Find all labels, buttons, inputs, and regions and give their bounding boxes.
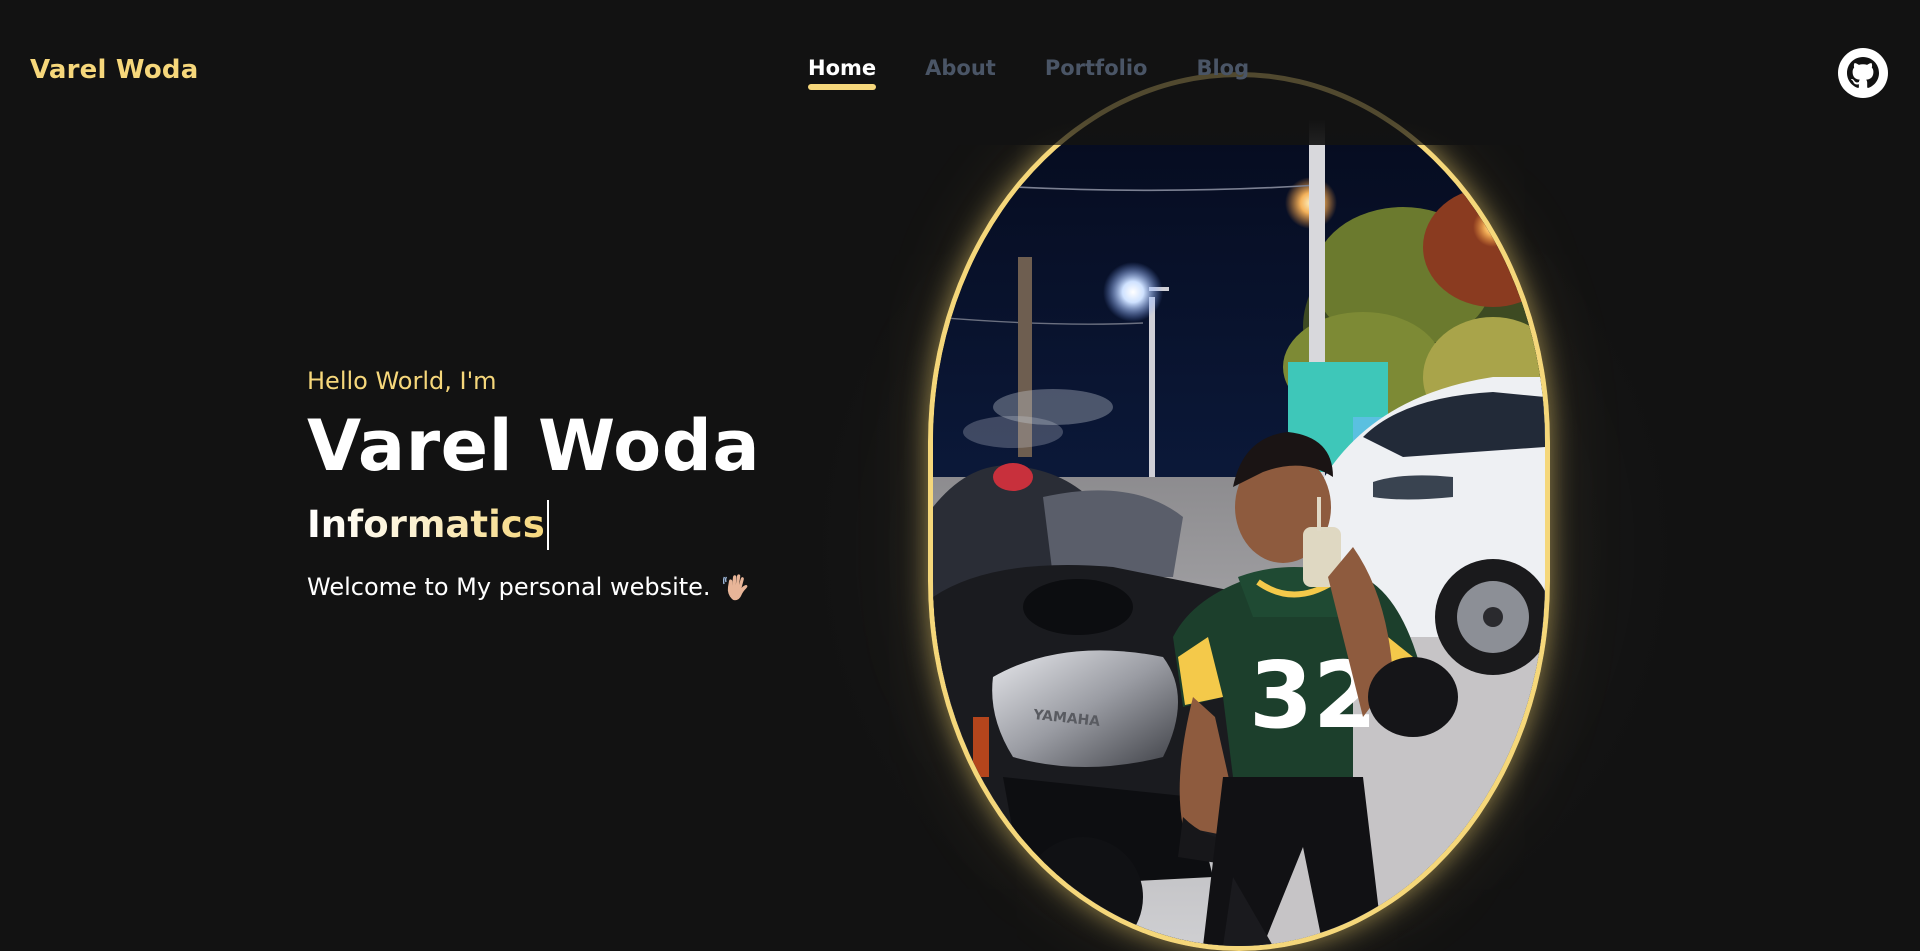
typing-cursor [546, 500, 549, 550]
nav-about[interactable]: About [925, 56, 996, 90]
hero-section: Hello World, I'm Varel Woda Informatics … [307, 364, 760, 602]
nav-about-label: About [925, 56, 996, 80]
nav-portfolio-label: Portfolio [1044, 56, 1148, 80]
nav-home[interactable]: Home [808, 56, 877, 90]
waving-hand-icon [722, 572, 751, 602]
nav-blog-label: Blog [1196, 56, 1250, 80]
main-nav: Home About Portfolio Blog [808, 56, 1249, 90]
profile-photo: YAMAHA 32 [928, 72, 1550, 951]
nav-home-label: Home [808, 56, 877, 80]
nav-blog[interactable]: Blog [1196, 56, 1249, 90]
welcome-message: Welcome to My personal website. [307, 572, 760, 602]
typing-role-text: Informatics [307, 500, 545, 550]
hero-name: Varel Woda [307, 405, 761, 487]
page: YAMAHA 32 Varel Woda Home About Portfoli… [0, 0, 1920, 951]
hero-role: Informatics [307, 500, 760, 550]
site-logo[interactable]: Varel Woda [30, 55, 198, 85]
active-nav-indicator [808, 84, 877, 90]
nav-portfolio[interactable]: Portfolio [1045, 56, 1148, 90]
hero-greeting: Hello World, I'm [307, 367, 497, 395]
github-icon[interactable] [1838, 48, 1888, 98]
welcome-text: Welcome to My personal website. [307, 573, 711, 601]
